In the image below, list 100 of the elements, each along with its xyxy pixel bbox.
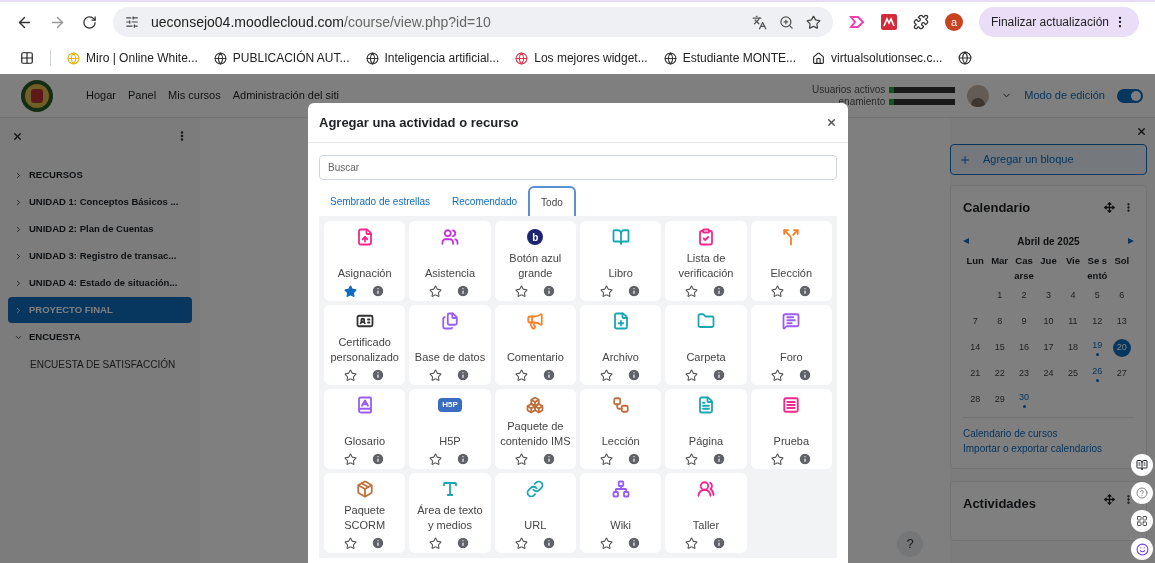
activity-card[interactable]: Glosario	[324, 389, 406, 469]
calendar-day[interactable]: 7	[972, 314, 978, 329]
course-section[interactable]: RECURSOS	[8, 162, 192, 188]
nav-link[interactable]: Hogar	[86, 87, 116, 104]
info-icon[interactable]	[797, 284, 812, 298]
translate-icon[interactable]	[751, 14, 767, 30]
info-icon[interactable]	[371, 536, 386, 550]
activity-card[interactable]: Taller	[665, 473, 747, 553]
info-icon[interactable]	[797, 452, 812, 466]
calendar-day[interactable]: 28	[970, 392, 981, 407]
info-icon[interactable]	[456, 368, 471, 382]
calendar-day[interactable]: 20	[1112, 338, 1131, 357]
activity-card[interactable]: Libro	[580, 221, 662, 301]
help-button[interactable]: ?	[897, 531, 923, 557]
activity-card[interactable]: Carpeta	[665, 305, 747, 385]
star-icon[interactable]	[429, 284, 443, 298]
info-icon[interactable]	[541, 284, 556, 298]
star-icon[interactable]	[344, 284, 358, 298]
calendar-day[interactable]: 8	[997, 314, 1003, 329]
calendar-day[interactable]: 15	[994, 340, 1005, 355]
activity-card[interactable]: Archivo	[580, 305, 662, 385]
address-bar[interactable]: ueconsejo04.moodlecloud.com/course/view.php?id=10	[113, 7, 833, 37]
calendar-day[interactable]: 1	[997, 288, 1003, 303]
user-avatar[interactable]	[967, 84, 990, 107]
info-icon[interactable]	[456, 452, 471, 466]
star-icon[interactable]	[600, 536, 614, 550]
star-icon[interactable]	[344, 452, 358, 466]
tab[interactable]: Sembrado de estrellas	[319, 186, 442, 216]
activity-card[interactable]: Paquete de contenido IMS	[494, 389, 576, 469]
star-icon[interactable]	[600, 368, 614, 382]
info-icon[interactable]	[456, 284, 471, 298]
star-icon[interactable]	[770, 368, 784, 382]
reload-icon[interactable]	[82, 14, 97, 30]
calendar-day[interactable]: 27	[1116, 366, 1127, 381]
bookmark[interactable]: Inteligencia artificial...	[365, 49, 500, 67]
extension-icon[interactable]	[880, 14, 897, 30]
activity-card[interactable]: Lista de verificación	[665, 221, 747, 301]
calendar-day[interactable]: 12	[1092, 314, 1103, 329]
bookmark-star-icon[interactable]	[805, 14, 821, 30]
activity-card[interactable]: Certificado personalizado	[324, 305, 406, 385]
previous-month-icon[interactable]	[963, 238, 969, 244]
calendar-day[interactable]: 17	[1043, 340, 1054, 355]
nav-link[interactable]: Administración del siti	[232, 87, 340, 104]
move-icon[interactable]	[1104, 202, 1115, 214]
info-icon[interactable]	[371, 452, 386, 466]
calendar-link[interactable]: Calendario de cursos	[963, 425, 1134, 441]
info-icon[interactable]	[712, 368, 727, 382]
activity-card[interactable]: Página	[665, 389, 747, 469]
info-icon[interactable]	[627, 368, 642, 382]
star-icon[interactable]	[600, 452, 614, 466]
activity-card[interactable]: Asignación	[324, 221, 406, 301]
activity-card[interactable]: Comentario	[494, 305, 576, 385]
info-icon[interactable]	[541, 536, 556, 550]
calendar-day[interactable]: 6	[1119, 288, 1125, 303]
info-icon[interactable]	[456, 536, 471, 550]
activity-card[interactable]: Área de texto y medios	[409, 473, 491, 553]
edit-mode-switch[interactable]	[1117, 88, 1143, 103]
calendar-day[interactable]: 23	[1019, 366, 1030, 381]
star-icon[interactable]	[770, 452, 784, 466]
nav-link[interactable]: Mis cursos	[168, 87, 221, 104]
info-icon[interactable]	[371, 368, 386, 382]
calendar-day[interactable]: 14	[970, 340, 981, 355]
site-info-icon[interactable]	[125, 15, 139, 29]
star-icon[interactable]	[514, 536, 528, 550]
calendar-day[interactable]: 18	[1067, 340, 1078, 355]
activity-card[interactable]: Lección	[580, 389, 662, 469]
globe-icon[interactable]	[958, 51, 973, 65]
course-activity[interactable]: ENCUESTA DE SATISFACCIÓN	[8, 351, 192, 377]
calendar-day[interactable]: 22	[994, 366, 1005, 381]
calendar-day[interactable]: 13	[1116, 314, 1127, 329]
star-icon[interactable]	[685, 536, 699, 550]
close-icon[interactable]	[1136, 125, 1147, 137]
activity-card[interactable]: Wiki	[580, 473, 662, 553]
activity-card[interactable]: Base de datos	[409, 305, 491, 385]
star-icon[interactable]	[429, 368, 443, 382]
calendar-day[interactable]: 16	[1019, 340, 1030, 355]
star-icon[interactable]	[770, 284, 784, 298]
bookmark[interactable]: virtualsolutionsec.c...	[812, 49, 943, 67]
info-icon[interactable]	[627, 452, 642, 466]
calendar-day[interactable]: 11	[1068, 314, 1078, 329]
calendar-link[interactable]: Importar o exportar calendarios	[963, 440, 1134, 456]
activity-card[interactable]: Paquete SCORM	[324, 473, 406, 553]
calendar-day[interactable]: 9	[1021, 314, 1027, 329]
star-icon[interactable]	[685, 452, 699, 466]
course-section[interactable]: UNIDAD 1: Conceptos Básicos ...	[8, 189, 192, 215]
calendar-day[interactable]: 26	[1092, 365, 1103, 379]
extension-icon[interactable]	[848, 15, 865, 29]
info-icon[interactable]	[797, 368, 812, 382]
logo-icon[interactable]	[20, 78, 54, 113]
activity-card[interactable]: Prueba	[750, 389, 832, 469]
calendar-day[interactable]: 29	[994, 392, 1005, 407]
star-icon[interactable]	[685, 284, 699, 298]
activity-card[interactable]: URL	[494, 473, 576, 553]
activity-card[interactable]: Elección	[750, 221, 832, 301]
calendar-day[interactable]: 3	[1046, 288, 1051, 303]
star-icon[interactable]	[344, 368, 358, 382]
star-icon[interactable]	[514, 368, 528, 382]
next-month-icon[interactable]	[1128, 238, 1134, 244]
info-icon[interactable]	[371, 284, 386, 298]
search-field[interactable]: Buscar	[319, 155, 837, 180]
